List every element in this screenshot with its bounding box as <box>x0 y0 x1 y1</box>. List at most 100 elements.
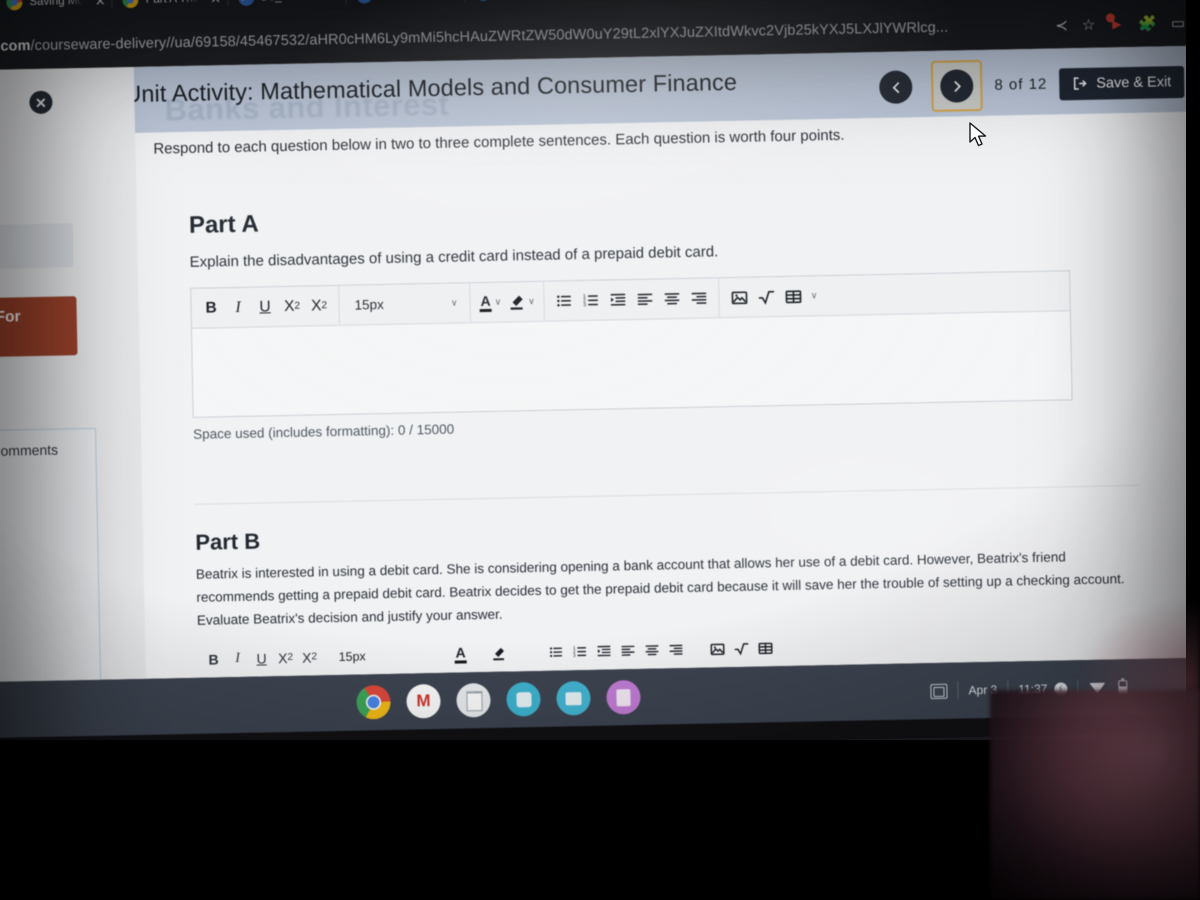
indent-button[interactable] <box>605 286 633 315</box>
text-color-icon: A <box>479 293 492 312</box>
browser-tab-4[interactable]: LearnerPro ✕ <box>465 0 584 10</box>
bold-button[interactable]: B <box>197 294 225 323</box>
browser-tab-1[interactable]: Part A The ✕ <box>112 0 227 17</box>
superscript-button[interactable]: X2 <box>278 292 306 321</box>
chrome-app-icon[interactable] <box>356 684 391 720</box>
toolbar-group-color: A <box>447 636 514 671</box>
numbered-list-icon: 1 2 3 <box>573 646 586 658</box>
align-left-button[interactable] <box>615 637 640 665</box>
chevron-down-icon[interactable]: ∨ <box>811 291 818 302</box>
subscript-button[interactable]: X2 <box>305 292 333 321</box>
text-color-picker[interactable]: A <box>451 644 469 664</box>
text-color-picker[interactable]: A ∨ <box>476 293 504 312</box>
toolbar-group-fontsize: 15px ∨ <box>325 638 408 674</box>
question-part-a: Part A Explain the disadvantages of usin… <box>189 193 1138 442</box>
slides-app-icon[interactable] <box>606 679 641 715</box>
submit-for-score-button[interactable]: Submit For Score <box>0 296 78 358</box>
subscript-button[interactable]: X2 <box>297 643 322 671</box>
extensions-puzzle-icon[interactable]: 🧩 <box>1138 15 1157 32</box>
tab-close-icon[interactable]: ✕ <box>210 0 221 6</box>
highlight-color-picker[interactable]: ∨ <box>504 293 538 312</box>
prev-page-wrap[interactable] <box>872 63 920 111</box>
chevron-down-icon[interactable]: ∨ <box>495 297 502 308</box>
align-left-icon <box>637 293 653 306</box>
bold-button[interactable]: B <box>201 645 226 673</box>
insert-table-button[interactable] <box>780 282 808 311</box>
shelf-time: 11:37 <box>1018 681 1048 697</box>
numbered-list-icon: 1 2 3 <box>583 294 599 309</box>
browser-tab-5[interactable]: Determine ✕ <box>585 0 700 8</box>
align-left-icon <box>621 646 635 657</box>
gmail-app-icon[interactable]: M <box>406 683 441 719</box>
align-right-button[interactable] <box>663 636 688 664</box>
insert-image-button[interactable] <box>705 635 730 663</box>
insert-formula-button[interactable] <box>753 283 781 312</box>
tab-close-icon[interactable]: ✕ <box>95 0 106 8</box>
save-and-exit-button[interactable]: Save & Exit <box>1058 65 1185 100</box>
browser-tab-0[interactable]: Saving Mo ✕ <box>0 0 112 20</box>
shelf-status-tray[interactable]: Apr 3 11:37 <box>920 673 1141 705</box>
comments-panel[interactable]: Comments <box>0 427 102 682</box>
underline-button[interactable]: U <box>249 644 274 672</box>
superscript-button[interactable]: X2 <box>273 644 298 672</box>
bookmark-star-icon[interactable]: ☆ <box>1082 16 1096 33</box>
shelf-app-list: M <box>356 679 641 720</box>
italic-button[interactable]: I <box>225 645 250 673</box>
prev-page-button[interactable] <box>879 70 913 105</box>
notification-icon[interactable]: ► <box>1106 12 1124 33</box>
svg-text:3: 3 <box>583 303 586 309</box>
text-color-icon: A <box>454 644 467 664</box>
side-panel-icon[interactable]: ▭ <box>1171 14 1186 31</box>
next-page-wrap[interactable] <box>930 59 983 112</box>
image-icon <box>710 643 725 655</box>
chevron-down-icon[interactable]: ∨ <box>528 296 535 307</box>
share-icon[interactable]: ≺ <box>1055 17 1068 34</box>
bullet-list-button[interactable] <box>551 287 579 316</box>
image-icon <box>731 291 748 305</box>
docs-app-icon[interactable] <box>456 682 491 718</box>
files-app-icon[interactable] <box>556 680 591 716</box>
comments-label: Comments <box>0 441 59 459</box>
cast-button[interactable] <box>920 678 957 704</box>
rich-text-editor-a[interactable]: B I U X2 X2 15px ∨ A ∨ ∨ 1 2 3 ∨ <box>190 270 1073 419</box>
underline-button[interactable]: U <box>251 293 279 322</box>
date-display[interactable]: Apr 3 <box>958 678 1007 703</box>
browser-tab-6[interactable]: The balan ✕ <box>700 0 813 6</box>
numbered-list-button[interactable]: 1 2 3 <box>567 638 592 666</box>
highlight-color-picker[interactable] <box>488 645 510 661</box>
indent-button[interactable] <box>591 637 616 665</box>
shelf-date: Apr 3 <box>968 682 998 698</box>
toolbar-group-fontsize: 15px ∨ <box>339 283 471 326</box>
editor-textarea-a[interactable] <box>192 311 1072 418</box>
blue-globe-icon <box>237 0 255 6</box>
align-left-button[interactable] <box>632 285 660 314</box>
align-center-button[interactable] <box>639 636 664 664</box>
highlighter-icon <box>493 647 505 661</box>
font-size-select[interactable]: 15px ∨ <box>329 641 404 670</box>
tab-close-icon[interactable]: ✕ <box>328 0 339 4</box>
align-center-button[interactable] <box>659 285 687 314</box>
browser-tab-2[interactable]: B3_Mather ✕ <box>228 0 346 15</box>
italic-button[interactable]: I <box>224 293 252 322</box>
align-center-icon <box>664 293 680 305</box>
system-tray[interactable]: 11:37 <box>1008 676 1078 701</box>
network-battery-tray[interactable] <box>1078 673 1142 702</box>
insert-formula-button[interactable] <box>729 634 754 662</box>
bullet-list-button[interactable] <box>543 638 568 666</box>
exit-door-icon <box>1073 77 1087 90</box>
align-right-button[interactable] <box>686 284 714 313</box>
page-current: 8 <box>994 76 1004 94</box>
insert-table-button[interactable] <box>753 634 778 662</box>
numbered-list-button[interactable]: 1 2 3 <box>578 286 606 315</box>
chevron-down-icon: ∨ <box>450 297 458 308</box>
url-text[interactable]: m.com/courseware-delivery//ua/69158/4546… <box>0 17 1055 55</box>
blue-globe-icon <box>356 0 373 4</box>
font-size-select[interactable]: 15px ∨ <box>345 289 464 319</box>
insert-image-button[interactable] <box>726 283 754 312</box>
browser-tab-3[interactable]: Directions_ ✕ <box>346 0 465 13</box>
question-part-b: Part B Beatrix is interested in using a … <box>195 511 1143 677</box>
close-icon[interactable]: ✕ <box>29 90 53 115</box>
classroom-app-icon[interactable] <box>506 681 541 717</box>
part-prompt: Explain the disadvantages of using a cre… <box>189 243 719 271</box>
next-page-button[interactable] <box>940 69 974 103</box>
